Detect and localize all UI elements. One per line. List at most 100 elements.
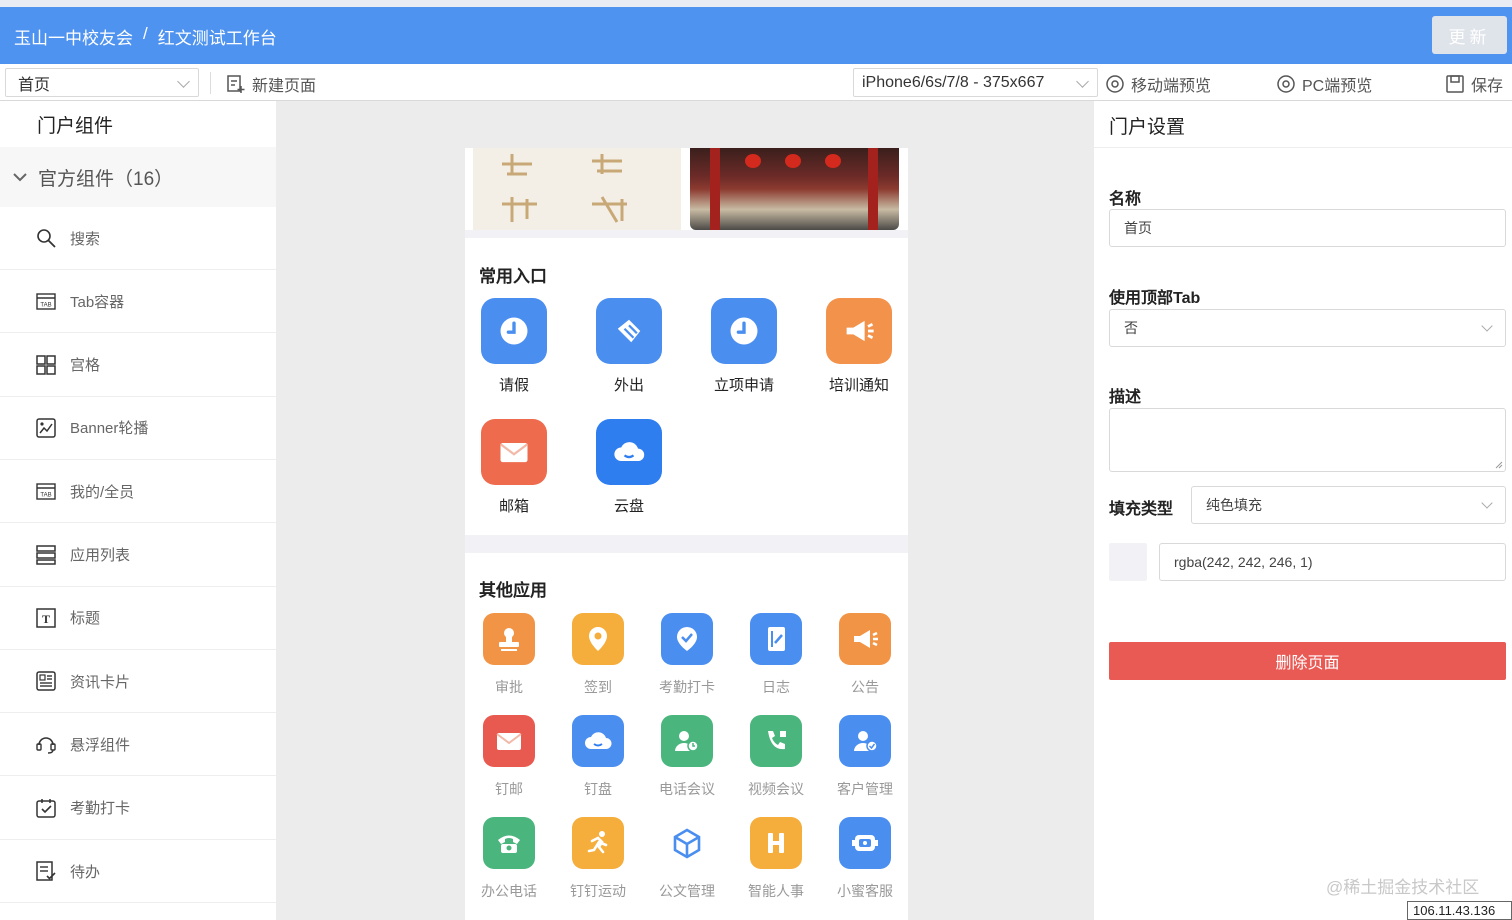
banner-photo[interactable] bbox=[690, 148, 899, 230]
common-app-2[interactable]: 立项申请 bbox=[699, 298, 789, 395]
chevron-down-icon bbox=[13, 173, 27, 182]
other-app-9[interactable]: 客户管理 bbox=[825, 715, 905, 799]
app-label: 培训通知 bbox=[828, 377, 889, 394]
other-app-5[interactable]: 钉邮 bbox=[469, 715, 549, 799]
app-label: 钉盘 bbox=[584, 781, 612, 797]
new-page-label: 新建页面 bbox=[252, 78, 317, 95]
other-app-6[interactable]: 钉盘 bbox=[558, 715, 638, 799]
grid-icon bbox=[35, 354, 57, 376]
component-item-title[interactable]: T 标题 bbox=[0, 587, 276, 650]
other-app-13[interactable]: 智能人事 bbox=[736, 817, 816, 901]
component-item-label: 待办 bbox=[70, 863, 101, 881]
tab-icon: TAB bbox=[35, 290, 57, 312]
banner-calligraphy[interactable] bbox=[473, 148, 681, 230]
toolbar: 首页 新建页面 iPhone6/6s/7/8 - 375x667 移动端预览 P… bbox=[0, 64, 1512, 101]
common-app-0[interactable]: 请假 bbox=[469, 298, 559, 395]
robot-icon bbox=[839, 817, 891, 869]
breadcrumb-app[interactable]: 玉山一中校友会 bbox=[14, 24, 133, 49]
other-app-7[interactable]: 电话会议 bbox=[647, 715, 727, 799]
other-app-10[interactable]: 办公电话 bbox=[469, 817, 549, 901]
window-top-strip bbox=[0, 0, 1512, 7]
component-item-tab-container[interactable]: TAB Tab容器 bbox=[0, 270, 276, 334]
color-swatch[interactable] bbox=[1109, 543, 1147, 581]
headset-icon bbox=[35, 733, 57, 755]
image-icon bbox=[35, 417, 57, 439]
app-label: 审批 bbox=[495, 679, 523, 695]
app-label: 钉邮 bbox=[495, 781, 523, 797]
other-app-11[interactable]: 钉钉运动 bbox=[558, 817, 638, 901]
other-app-12[interactable]: 公文管理 bbox=[647, 817, 727, 901]
component-item-attendance[interactable]: 考勤打卡 bbox=[0, 777, 276, 840]
photo-pillar bbox=[868, 148, 878, 230]
other-app-3[interactable]: 日志 bbox=[736, 613, 816, 697]
component-item-search[interactable]: 搜索 bbox=[0, 207, 276, 270]
app-header: 玉山一中校友会 / 红文测试工作台 更新 bbox=[0, 7, 1512, 64]
common-app-4[interactable]: 邮箱 bbox=[469, 419, 559, 516]
page-select[interactable]: 首页 bbox=[5, 68, 199, 97]
page-select-value: 首页 bbox=[18, 76, 51, 94]
chevron-down-icon bbox=[1481, 320, 1493, 332]
device-select[interactable]: iPhone6/6s/7/8 - 375x667 bbox=[853, 68, 1098, 97]
other-app-1[interactable]: 签到 bbox=[558, 613, 638, 697]
photo-lantern bbox=[745, 154, 761, 168]
breadcrumb-workbench[interactable]: 红文测试工作台 bbox=[158, 24, 277, 49]
photo-lantern bbox=[785, 154, 801, 168]
component-item-label: Banner轮播 bbox=[70, 420, 149, 438]
other-app-0[interactable]: 审批 bbox=[469, 613, 549, 697]
mobile-preview-label: 移动端预览 bbox=[1131, 78, 1212, 95]
common-app-1[interactable]: 外出 bbox=[584, 298, 674, 395]
common-app-3[interactable]: 培训通知 bbox=[814, 298, 904, 395]
color-input[interactable]: rgba(242, 242, 246, 1) bbox=[1159, 543, 1506, 581]
news-icon bbox=[35, 670, 57, 692]
common-entry-title: 常用入口 bbox=[479, 267, 547, 286]
component-item-todo[interactable]: 待办 bbox=[0, 840, 276, 903]
component-item-my-all[interactable]: TAB 我的/全员 bbox=[0, 460, 276, 524]
mobile-preview-button[interactable]: 移动端预览 bbox=[1105, 72, 1211, 96]
fill-type-select[interactable]: 纯色填充 bbox=[1191, 486, 1506, 524]
save-button[interactable]: 保存 bbox=[1445, 72, 1503, 96]
app-label: 办公电话 bbox=[481, 883, 537, 899]
app-label: 云盘 bbox=[613, 498, 644, 515]
other-app-2[interactable]: 考勤打卡 bbox=[647, 613, 727, 697]
name-input[interactable]: 首页 bbox=[1109, 209, 1506, 247]
other-app-4[interactable]: 公告 bbox=[825, 613, 905, 697]
app-label: 客户管理 bbox=[837, 781, 893, 797]
component-item-news-card[interactable]: 资讯卡片 bbox=[0, 650, 276, 714]
megaphone-icon bbox=[839, 613, 891, 665]
mail-icon bbox=[481, 419, 547, 485]
calendar-check-icon bbox=[35, 797, 57, 819]
component-item-banner-carousel[interactable]: Banner轮播 bbox=[0, 397, 276, 460]
search-icon bbox=[35, 227, 57, 249]
new-page-button[interactable]: 新建页面 bbox=[226, 72, 316, 96]
top-tab-select[interactable]: 否 bbox=[1109, 309, 1506, 347]
name-input-value: 首页 bbox=[1124, 220, 1152, 236]
delete-page-button[interactable]: 删除页面 bbox=[1109, 642, 1506, 680]
component-item-grid[interactable]: 宫格 bbox=[0, 334, 276, 397]
common-app-5[interactable]: 云盘 bbox=[584, 419, 674, 516]
watermark: @稀土掘金技术社区 bbox=[1326, 878, 1480, 897]
chevron-down-icon bbox=[1481, 497, 1493, 509]
official-components-group[interactable]: 官方组件（16） bbox=[0, 147, 276, 207]
other-app-14[interactable]: 小蜜客服 bbox=[825, 817, 905, 901]
svg-text:TAB: TAB bbox=[40, 303, 51, 309]
chevron-down-icon bbox=[1076, 75, 1089, 88]
design-canvas: 常用入口 请假 外出 立项申请 培训通知 邮箱 云盘 其他应用 审批 签到 考勤打卡 日志 公告钉… bbox=[276, 101, 1094, 920]
app-label: 小蜜客服 bbox=[837, 883, 893, 899]
settings-divider bbox=[1094, 147, 1512, 148]
breadcrumb-separator: / bbox=[143, 24, 148, 43]
component-item-label: 搜索 bbox=[70, 230, 101, 248]
pc-preview-button[interactable]: PC端预览 bbox=[1276, 72, 1372, 96]
checkin-icon bbox=[661, 613, 713, 665]
component-item-label: 标题 bbox=[70, 610, 101, 628]
ip-label: 106.11.43.136 bbox=[1407, 901, 1512, 920]
cloud-icon bbox=[572, 715, 624, 767]
component-item-floating[interactable]: 悬浮组件 bbox=[0, 713, 276, 777]
resize-handle-icon[interactable] bbox=[1495, 461, 1503, 469]
color-input-value: rgba(242, 242, 246, 1) bbox=[1174, 554, 1313, 570]
component-item-app-list[interactable]: 应用列表 bbox=[0, 524, 276, 587]
update-button[interactable]: 更新 bbox=[1432, 16, 1507, 54]
other-app-8[interactable]: 视频会议 bbox=[736, 715, 816, 799]
save-icon bbox=[1446, 75, 1464, 93]
description-textarea[interactable] bbox=[1109, 408, 1506, 472]
group-label: 官方组件（16） bbox=[38, 168, 174, 190]
